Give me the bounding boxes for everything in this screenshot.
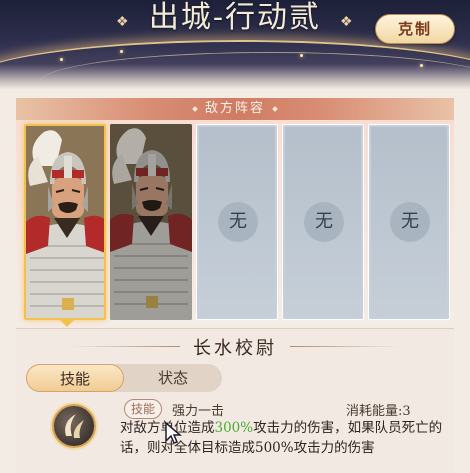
detail-tabs: 技能 状态 bbox=[26, 364, 222, 392]
enemy-slot-4-empty-card: 无 bbox=[282, 124, 364, 320]
sparkle bbox=[300, 54, 303, 57]
enemy-lineup-label: 敌方阵容 bbox=[204, 101, 265, 116]
enemy-slot-5-empty-card: 无 bbox=[368, 124, 450, 320]
enemy-lineup-banner: 敌方阵容 bbox=[16, 98, 454, 120]
warrior-portrait bbox=[26, 126, 104, 318]
skill-energy-cost: 消耗能量:3 bbox=[346, 404, 411, 419]
empty-slot-label: 无 bbox=[218, 202, 258, 242]
tab-status[interactable]: 状态 bbox=[124, 364, 222, 392]
enemy-slot-2-hero-card[interactable] bbox=[110, 124, 192, 320]
cursor-arrow-icon bbox=[165, 421, 183, 444]
warrior-portrait bbox=[110, 124, 192, 320]
selection-caret-icon bbox=[60, 320, 74, 327]
sparkle bbox=[60, 58, 63, 61]
general-name: 长水校尉 bbox=[193, 338, 277, 359]
tab-skills[interactable]: 技能 bbox=[26, 364, 124, 392]
enemy-slot-3-empty-card: 无 bbox=[196, 124, 278, 320]
empty-slot-label: 无 bbox=[390, 202, 430, 242]
skill-type-tag: 技能 bbox=[124, 399, 163, 419]
banner-dot-icon bbox=[272, 105, 278, 112]
banner-dot-icon bbox=[192, 105, 198, 112]
skill-desc-highlight: 300% bbox=[214, 420, 254, 436]
slash-glyph-icon bbox=[65, 414, 84, 438]
enemy-slot-1-hero-card[interactable] bbox=[24, 124, 106, 320]
mouse-cursor-icon bbox=[164, 421, 183, 449]
empty-slot-label: 无 bbox=[304, 202, 344, 242]
header-fade bbox=[0, 64, 470, 90]
restrain-button[interactable]: 克制 bbox=[375, 14, 455, 44]
skill-name: 强力一击 bbox=[172, 404, 225, 419]
sparkle bbox=[120, 50, 123, 53]
skill-slash-icon[interactable] bbox=[52, 404, 96, 448]
